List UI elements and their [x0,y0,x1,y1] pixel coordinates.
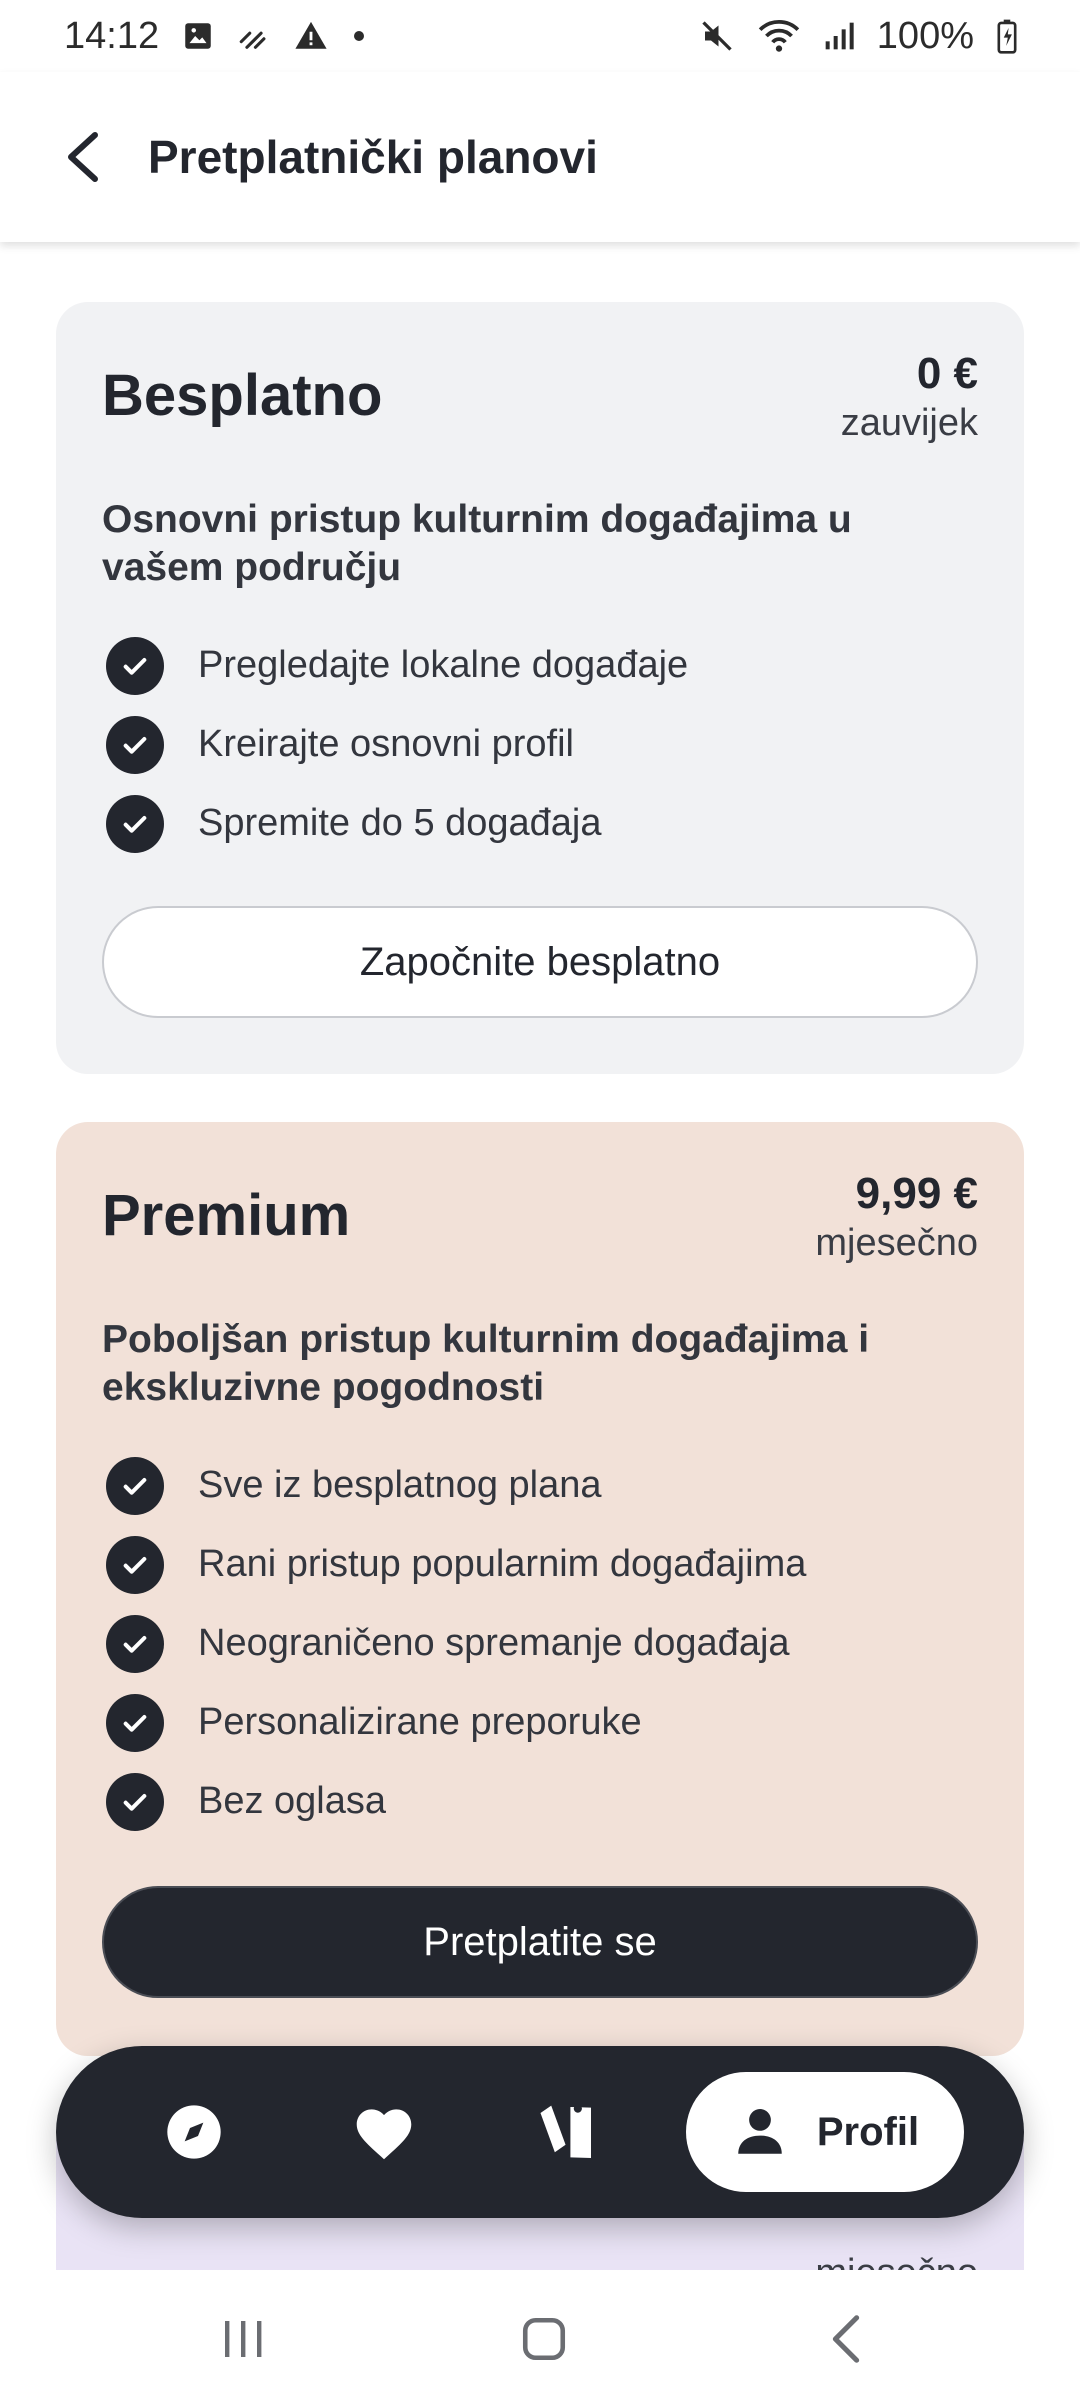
plan-period: mjesečno [815,1221,978,1264]
feature-text: Rani pristup popularnim događajima [198,1543,807,1585]
nav-explore[interactable] [134,2072,254,2192]
check-icon [106,1535,164,1594]
feature-text: Kreirajte osnovni profil [198,723,574,765]
nav-favorites[interactable] [324,2072,444,2192]
feature-list: Pregledajte lokalne događaje Kreirajte o… [102,626,978,863]
nav-profile-label: Profil [816,2109,920,2154]
price-box: 9,99 € mjesečno [815,1168,978,1266]
heart-icon [356,2109,412,2160]
profile-icon [738,2109,782,2154]
status-bar: 14:12 100% [0,0,1080,72]
mute-icon [699,18,735,54]
status-left: 14:12 [64,15,367,58]
feature-text: Pregledajte lokalne događaje [198,644,689,686]
feature-item: Spremite do 5 događaja [102,784,978,863]
signal-icon [823,20,855,52]
home-button[interactable] [484,2294,604,2384]
start-free-button[interactable]: Započnite besplatno [102,906,978,1018]
price-box: 0 € zauvijek [841,348,978,446]
check-icon [106,1693,164,1752]
plan-price: 9,99 € [855,1169,978,1218]
feature-item: Sve iz besplatnog plana [102,1446,978,1525]
feature-item: Kreirajte osnovni profil [102,705,978,784]
plan-description: Osnovni pristup kulturnim događajima u v… [102,498,852,589]
check-icon [106,1772,164,1831]
back-icon [832,2315,860,2363]
plan-header: Besplatno 0 € zauvijek [102,302,978,452]
bottom-nav: Profil [56,2046,1024,2218]
feature-text: Sve iz besplatnog plana [198,1464,602,1506]
nav-profile[interactable]: Profil [686,2072,964,2192]
feature-text: Personalizirane preporuke [198,1701,642,1743]
plan-description: Poboljšan pristup kulturnim događajima i… [102,1318,870,1409]
battery-level: 100% [876,14,974,57]
feature-text: Neograničeno spremanje događaja [198,1622,790,1664]
dot-icon [351,28,367,44]
battery-icon [996,18,1018,54]
page-title: Pretplatnički planovi [148,131,598,183]
status-time: 14:12 [64,14,160,57]
check-icon [106,1456,164,1515]
feature-item: Neograničeno spremanje događaja [102,1604,978,1683]
feature-item: Personalizirane preporuke [102,1683,978,1762]
check-icon [106,715,164,774]
feature-list: Sve iz besplatnog plana Rani pristup pop… [102,1446,978,1841]
system-nav-bar [0,2270,1080,2408]
back-arrow-icon [68,132,98,182]
warning-icon [293,19,329,53]
back-button[interactable] [48,122,118,192]
feature-item: Pregledajte lokalne događaje [102,626,978,705]
compass-icon [167,2105,221,2159]
missed-call-icon [237,19,271,53]
plan-header: Premium 9,99 € mjesečno [102,1122,978,1272]
plan-period: zauvijek [840,401,978,444]
plan-name: Premium [102,1183,351,1248]
plan-name: Besplatno [102,363,383,428]
feature-text: Spremite do 5 događaja [198,802,602,844]
plan-card-free: Besplatno 0 € zauvijek Osnovni pristup k… [56,302,1024,1074]
image-icon [181,19,215,53]
feature-item: Bez oglasa [102,1762,978,1841]
home-icon [522,2317,566,2361]
check-icon [106,636,164,695]
plans-scroll-area[interactable]: Besplatno 0 € zauvijek Osnovni pristup k… [0,242,1080,2270]
app-bar: Pretplatnički planovi [0,72,1080,242]
check-icon [106,1614,164,1673]
feature-item: Rani pristup popularnim događajima [102,1525,978,1604]
plan-price: 0 € [916,349,978,398]
tickets-icon [540,2104,592,2159]
subscribe-button[interactable]: Pretplatite se [102,1886,978,1998]
status-right: 100% [699,15,1018,58]
feature-text: Bez oglasa [198,1780,387,1822]
system-back-button[interactable] [786,2294,906,2384]
recent-apps-button[interactable] [183,2294,303,2384]
recent-apps-icon [225,2321,262,2357]
plan-period: mjesečno [815,2252,978,2270]
check-icon [106,794,164,853]
nav-tickets[interactable] [512,2072,632,2192]
plan-card-premium: Premium 9,99 € mjesečno Poboljšan pristu… [56,1122,1024,2056]
wifi-icon [757,18,801,54]
